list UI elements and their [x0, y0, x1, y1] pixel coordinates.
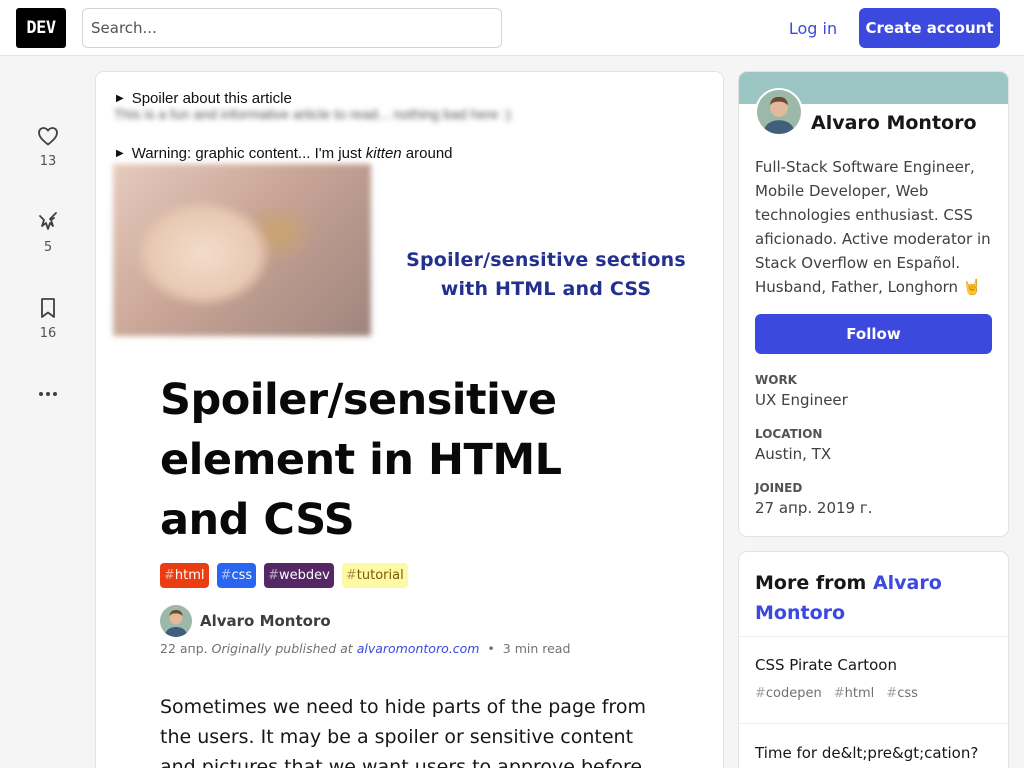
tag-tutorial[interactable]: # tutorial [341, 563, 408, 588]
unicorn-count: 5 [43, 240, 53, 255]
cover-title: Spoiler/sensitive sections with HTML and… [396, 246, 696, 304]
dev-logo[interactable]: DEV [16, 8, 66, 48]
warning-summary-pre: Warning: graphic content... I'm just [131, 145, 366, 162]
more-item-title-text: Time for de&lt;pre&gt;cation? [755, 744, 979, 762]
spoiler-summary: Spoiler about this article [131, 90, 292, 107]
location-value: Austin, TX [755, 445, 832, 463]
search-input[interactable] [82, 8, 502, 48]
bookmark-icon [28, 296, 68, 320]
warning-details[interactable]: ▶ Warning: graphic content... I'm just k… [116, 145, 453, 162]
meta-separator: • [487, 641, 495, 656]
blurred-kitten-image [113, 164, 371, 336]
tag-webdev[interactable]: # webdev [264, 563, 334, 588]
divider [739, 723, 1008, 724]
article-body: Sometimes we need to hide parts of the p… [160, 696, 646, 768]
tag-css[interactable]: # css [216, 563, 257, 588]
disclosure-triangle-icon: ▶ [116, 93, 124, 104]
article-meta: 22 апр. Originally published at alvaromo… [160, 641, 570, 656]
top-header: DEV Log in Create account [0, 0, 1024, 56]
location-label: Location [755, 427, 823, 441]
ellipsis-icon [28, 382, 68, 406]
more-from-prefix: More from [755, 572, 867, 594]
more-item-tag[interactable]: #codepen [755, 686, 822, 701]
original-source-link[interactable]: alvaromontoro.com [357, 641, 480, 656]
more-item-tag[interactable]: #css [886, 686, 918, 701]
joined-value: 27 апр. 2019 г. [755, 499, 873, 517]
warning-summary-post: around [401, 145, 453, 162]
article-title: Spoiler/sensitive element in HTML and CS… [160, 375, 562, 545]
profile-avatar[interactable] [755, 88, 803, 136]
warning-summary-em: kitten [365, 145, 402, 162]
cover-image: ▶ Spoiler about this article This is a f… [96, 72, 723, 337]
published-prefix: Originally published at [211, 641, 353, 656]
read-time: 3 min read [502, 641, 571, 656]
article-card: ▶ Spoiler about this article This is a f… [96, 72, 723, 768]
unicorn-icon [28, 210, 68, 234]
like-reaction[interactable]: 13 [28, 124, 68, 169]
more-item-tag[interactable]: #html [834, 686, 875, 701]
tag-list: # html # css # webdev # tutorial [160, 563, 408, 588]
profile-bio: Full-Stack Software Engineer, Mobile Dev… [755, 158, 991, 296]
work-label: Work [755, 373, 797, 387]
author-avatar[interactable] [160, 605, 192, 637]
like-count: 13 [39, 154, 57, 169]
author-profile-card: Alvaro Montoro Full-Stack Software Engin… [739, 72, 1008, 536]
bookmark-count: 16 [39, 326, 57, 341]
spoiler-details[interactable]: ▶ Spoiler about this article [116, 90, 292, 107]
more-actions-button[interactable] [28, 382, 68, 406]
divider [739, 636, 1008, 637]
joined-label: Joined [755, 481, 803, 495]
cover-title-line2: with HTML and CSS [440, 278, 652, 300]
cover-title-line1: Spoiler/sensitive sections [406, 249, 686, 271]
more-item-tags: #codepen #html #css [755, 686, 918, 701]
more-from-heading: More from Alvaro Montoro [755, 568, 995, 628]
more-item-title[interactable]: Time for de&lt;pre&gt;cation? [755, 744, 978, 762]
work-value: UX Engineer [755, 391, 848, 409]
profile-name[interactable]: Alvaro Montoro [811, 112, 977, 134]
more-item-title[interactable]: CSS Pirate Cartoon [755, 656, 897, 674]
login-link[interactable]: Log in [776, 8, 850, 48]
disclosure-triangle-icon: ▶ [116, 148, 124, 159]
bookmark-reaction[interactable]: 16 [28, 296, 68, 341]
tag-html[interactable]: # html [160, 563, 209, 588]
create-account-button[interactable]: Create account [859, 8, 1000, 48]
publish-date: 22 апр. [160, 641, 208, 656]
spoiler-hidden-text: This is a fun and informative article to… [114, 106, 511, 122]
follow-button[interactable]: Follow [755, 314, 992, 354]
more-from-author-card: More from Alvaro Montoro CSS Pirate Cart… [739, 552, 1008, 768]
heart-icon [28, 124, 68, 148]
unicorn-reaction[interactable]: 5 [28, 210, 68, 255]
author-name[interactable]: Alvaro Montoro [200, 612, 331, 630]
